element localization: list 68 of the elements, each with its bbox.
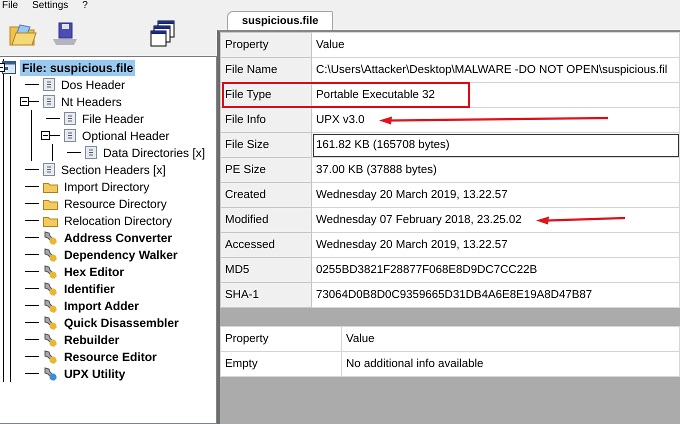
property-cell: SHA-1: [220, 282, 312, 308]
value-cell: 0255BD3821F28877F068E8D9DC7CC22B: [312, 258, 680, 282]
menu-item[interactable]: Settings: [32, 0, 68, 12]
property-cell: Modified: [220, 208, 312, 232]
value-cell: Wednesday 20 March 2019, 13.22.57: [312, 232, 680, 258]
value-cell: Wednesday 07 February 2018, 23.25.02: [312, 208, 680, 232]
wrench-icon: [43, 230, 58, 245]
wrench-icon: [43, 264, 58, 279]
tree-item[interactable]: Import Adder: [62, 298, 141, 314]
wrench-icon: [43, 315, 58, 330]
document-icon: [43, 78, 55, 91]
tree-item[interactable]: Dependency Walker: [62, 246, 180, 262]
tree-item[interactable]: Rebuilder: [62, 332, 122, 348]
tree-item[interactable]: Hex Editor: [62, 264, 126, 280]
property-cell: PE Size: [220, 158, 312, 182]
tree-item[interactable]: Data Directories [x]: [101, 144, 208, 160]
collapse-icon[interactable]: [20, 97, 29, 106]
tree-item[interactable]: Section Headers [x]: [59, 162, 168, 178]
wrench-icon: [43, 298, 58, 313]
tree-item[interactable]: Dos Header: [59, 76, 128, 92]
property-cell: File Name: [220, 58, 312, 82]
tree-item[interactable]: Quick Disassembler: [62, 314, 181, 330]
value-cell: 161.82 KB (165708 bytes): [312, 132, 680, 158]
property-cell: File Size: [220, 132, 312, 158]
folder-icon: [43, 214, 58, 226]
tree-item[interactable]: Address Converter: [62, 230, 174, 246]
tree-item[interactable]: Import Directory: [62, 178, 152, 194]
document-icon: [85, 146, 97, 159]
value-cell: No additional info available: [342, 352, 680, 376]
column-header: Value: [342, 326, 680, 352]
menu-item[interactable]: File: [2, 0, 18, 12]
document-icon: [64, 129, 76, 142]
document-icon: [43, 163, 55, 176]
tree-item[interactable]: UPX Utility: [62, 366, 128, 382]
property-cell: Accessed: [220, 232, 312, 258]
wrench-icon: [43, 247, 58, 262]
value-cell: 37.00 KB (37888 bytes): [312, 158, 680, 182]
collapse-icon[interactable]: [41, 131, 50, 140]
property-cell: Empty: [220, 352, 342, 376]
property-cell: MD5: [220, 258, 312, 282]
wrench-icon: [43, 281, 58, 296]
column-header: Value: [312, 32, 680, 58]
property-cell: File Info: [220, 108, 312, 132]
document-icon: [64, 112, 76, 125]
wrench-icon: [43, 366, 58, 381]
tree-item[interactable]: File Header: [80, 110, 146, 126]
document-icon: [43, 95, 55, 108]
tree-item[interactable]: Identifier: [62, 280, 117, 296]
column-header: Property: [220, 32, 312, 58]
folder-icon: [43, 180, 58, 192]
tree-item[interactable]: Nt Headers: [59, 94, 124, 110]
value-cell: 73064D0B8D0C9359665D31DB4A6E8E19A8D47B87: [312, 282, 680, 308]
wrench-icon: [43, 349, 58, 364]
value-cell: UPX v3.0: [312, 108, 680, 132]
tab[interactable]: suspicious.file: [227, 11, 334, 30]
property-cell: Created: [220, 182, 312, 208]
value-cell: Wednesday 20 March 2019, 13.22.57: [312, 182, 680, 208]
windows-icon[interactable]: [150, 20, 176, 48]
folder-icon: [43, 198, 58, 210]
tree-item[interactable]: Resource Editor: [62, 348, 159, 364]
tree-item[interactable]: Resource Directory: [62, 196, 169, 212]
floppy-disk-icon[interactable]: [50, 21, 80, 47]
tree-item[interactable]: Relocation Directory: [62, 212, 174, 228]
menu-item[interactable]: ?: [82, 0, 88, 12]
tree-item[interactable]: File: suspicious.file: [20, 60, 136, 76]
column-header: Property: [220, 326, 342, 352]
wrench-icon: [43, 332, 58, 347]
tree-item[interactable]: Optional Header: [80, 128, 172, 144]
